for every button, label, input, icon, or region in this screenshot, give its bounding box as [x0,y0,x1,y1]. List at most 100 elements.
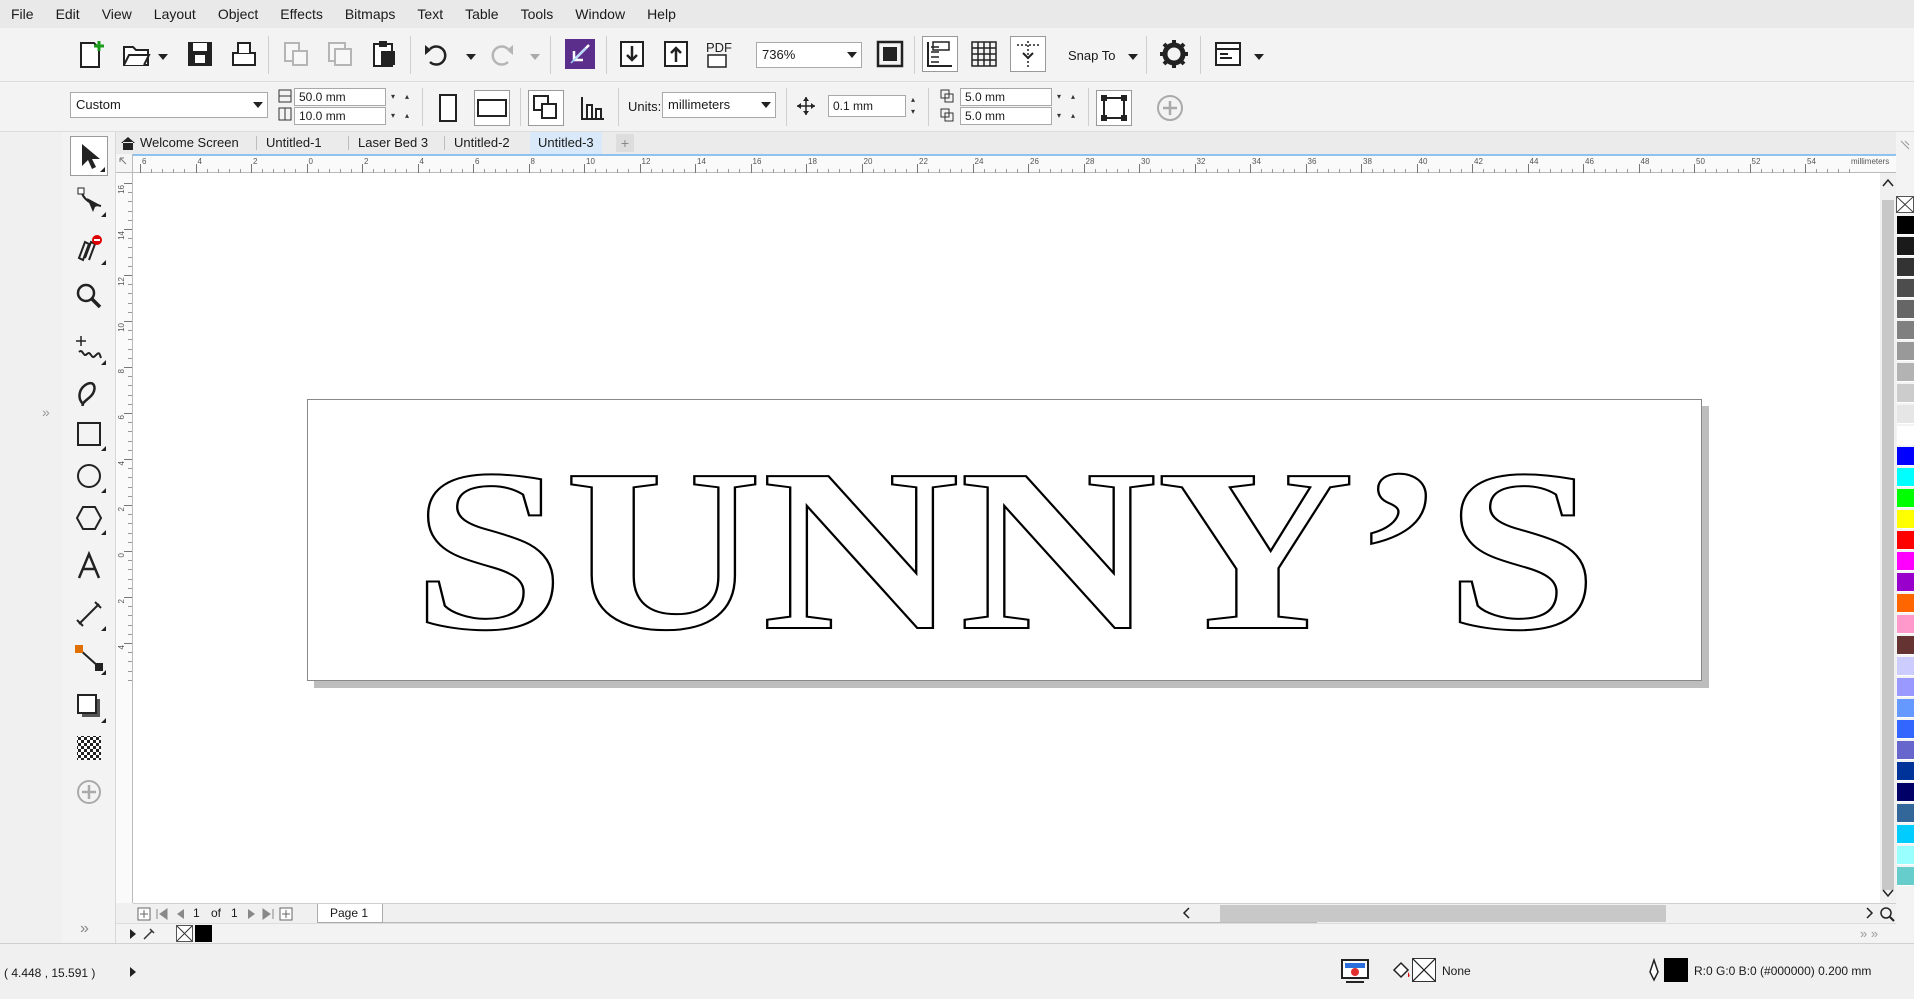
page-height-spinner-up[interactable]: ▴ [400,107,414,125]
page-width-spinner-up[interactable]: ▴ [400,88,414,106]
duplicate-y-spinner[interactable]: ▾ [1052,107,1066,125]
menu-table[interactable]: Table [454,0,509,28]
palette-swatch[interactable] [1897,426,1914,445]
page-height-field[interactable]: 10.0 mm [294,107,386,125]
export-icon[interactable] [658,36,694,72]
add-tool-icon[interactable] [70,772,108,812]
palette-swatch[interactable] [1897,867,1914,886]
palette-swatch[interactable] [1897,321,1914,340]
full-screen-preview-icon[interactable] [872,36,908,72]
palette-swatch[interactable] [1897,699,1914,718]
first-page-icon[interactable] [155,907,169,924]
scroll-down-icon[interactable] [1882,886,1894,901]
text-tool[interactable] [70,546,108,586]
menu-effects[interactable]: Effects [269,0,334,28]
redo-icon[interactable] [484,36,520,72]
palette-swatch[interactable] [1897,405,1914,424]
application-launcher-icon[interactable] [1210,36,1246,72]
freehand-tool[interactable] [70,328,108,368]
landscape-orientation-icon[interactable] [474,90,510,126]
vertical-scrollbar-thumb[interactable] [1882,200,1894,890]
outline-color-swatch[interactable] [1664,958,1688,982]
ruler-origin-icon[interactable] [116,154,133,173]
add-page-before-icon[interactable] [137,907,151,924]
scroll-up-icon[interactable] [1882,178,1894,191]
docker-expand-icon[interactable]: » [42,404,50,420]
palette-swatch[interactable] [1897,615,1914,634]
palette-swatch[interactable] [1897,552,1914,571]
export-pdf-button[interactable]: PDF [702,36,738,72]
options-gear-icon[interactable] [1156,36,1192,72]
undo-icon[interactable] [418,36,454,72]
menu-tools[interactable]: Tools [510,0,565,28]
sunnys-artwork-text[interactable]: SUNNY’S [412,421,1599,680]
tab-laser-bed-3[interactable]: Laser Bed 3 [350,132,436,154]
duplicate-y-field[interactable]: 5.0 mm [960,107,1052,125]
nudge-spinner-up[interactable]: ▴ [906,94,920,105]
palette-swatch[interactable] [1897,258,1914,277]
palette-swatch[interactable] [1897,573,1914,592]
current-page-number[interactable]: 1 [193,906,200,920]
menu-view[interactable]: View [91,0,143,28]
next-page-icon[interactable] [245,907,259,924]
palette-swatch[interactable] [1897,846,1914,865]
new-tab-plus-icon[interactable]: + [616,134,634,152]
crop-tool[interactable] [70,228,108,268]
palette-swatch[interactable] [1897,720,1914,739]
snap-to-dropdown-icon[interactable] [1128,54,1138,60]
previous-page-icon[interactable] [173,907,187,924]
shape-tool[interactable] [70,180,108,220]
portrait-orientation-icon[interactable] [430,90,466,126]
redo-dropdown-icon[interactable] [530,54,540,60]
palette-swatch[interactable] [1897,468,1914,487]
palette-swatch[interactable] [1897,216,1914,235]
scroll-right-icon[interactable] [1863,907,1875,922]
all-pages-icon[interactable] [528,90,564,126]
treat-as-filled-icon[interactable] [1096,90,1132,126]
palette-scroll-right-icon[interactable]: » » [1860,926,1878,941]
drawing-canvas[interactable]: SUNNY’S [133,173,1880,903]
palette-swatch[interactable] [1897,762,1914,781]
menu-help[interactable]: Help [636,0,687,28]
units-dropdown-icon[interactable] [761,102,771,108]
palette-swatch[interactable] [1897,741,1914,760]
palette-swatch[interactable] [1897,447,1914,466]
launcher-dropdown-icon[interactable] [1254,54,1264,60]
tab-welcome-screen[interactable]: Welcome Screen [132,132,247,154]
duplicate-x-spinner[interactable]: ▾ [1052,88,1066,106]
duplicate-x-field[interactable]: 5.0 mm [960,88,1052,106]
copy-style-icon[interactable] [278,36,314,72]
palette-swatch[interactable] [1897,804,1914,823]
menu-object[interactable]: Object [207,0,269,28]
palette-swatch[interactable] [1897,594,1914,613]
document-page[interactable]: SUNNY’S [307,399,1702,681]
show-grid-icon[interactable] [966,36,1002,72]
page-size-preset-combo[interactable]: Custom [70,92,268,118]
nudge-spinner-down[interactable]: ▾ [906,106,920,117]
polygon-tool[interactable] [70,498,108,538]
import-icon[interactable] [562,36,598,72]
artistic-media-tool[interactable] [70,372,108,412]
rectangle-tool[interactable] [70,414,108,454]
palette-swatch[interactable] [1897,237,1914,256]
copy-icon[interactable] [322,36,358,72]
duplicate-y-spinner-up[interactable]: ▴ [1066,107,1080,125]
drop-shadow-tool[interactable] [70,686,108,726]
page-width-field[interactable]: 50.0 mm [294,88,386,106]
pick-tool[interactable] [70,136,108,176]
save-icon[interactable] [182,36,218,72]
print-icon[interactable] [226,36,262,72]
dimension-tool[interactable] [70,594,108,634]
last-page-icon[interactable] [261,907,275,924]
menu-file[interactable]: File [0,0,45,28]
palette-swatch[interactable] [1897,531,1914,550]
ellipse-tool[interactable] [70,456,108,496]
connector-tool[interactable] [70,638,108,678]
menu-window[interactable]: Window [564,0,636,28]
palette-swatch[interactable] [1897,825,1914,844]
paste-icon[interactable] [366,36,402,72]
vertical-ruler[interactable]: 16 14 12 10 8 6 4 2 0 2 4 [116,173,133,903]
menu-bitmaps[interactable]: Bitmaps [334,0,407,28]
palette-options-icon[interactable] [1898,138,1912,155]
fill-none-swatch[interactable] [1412,958,1436,982]
